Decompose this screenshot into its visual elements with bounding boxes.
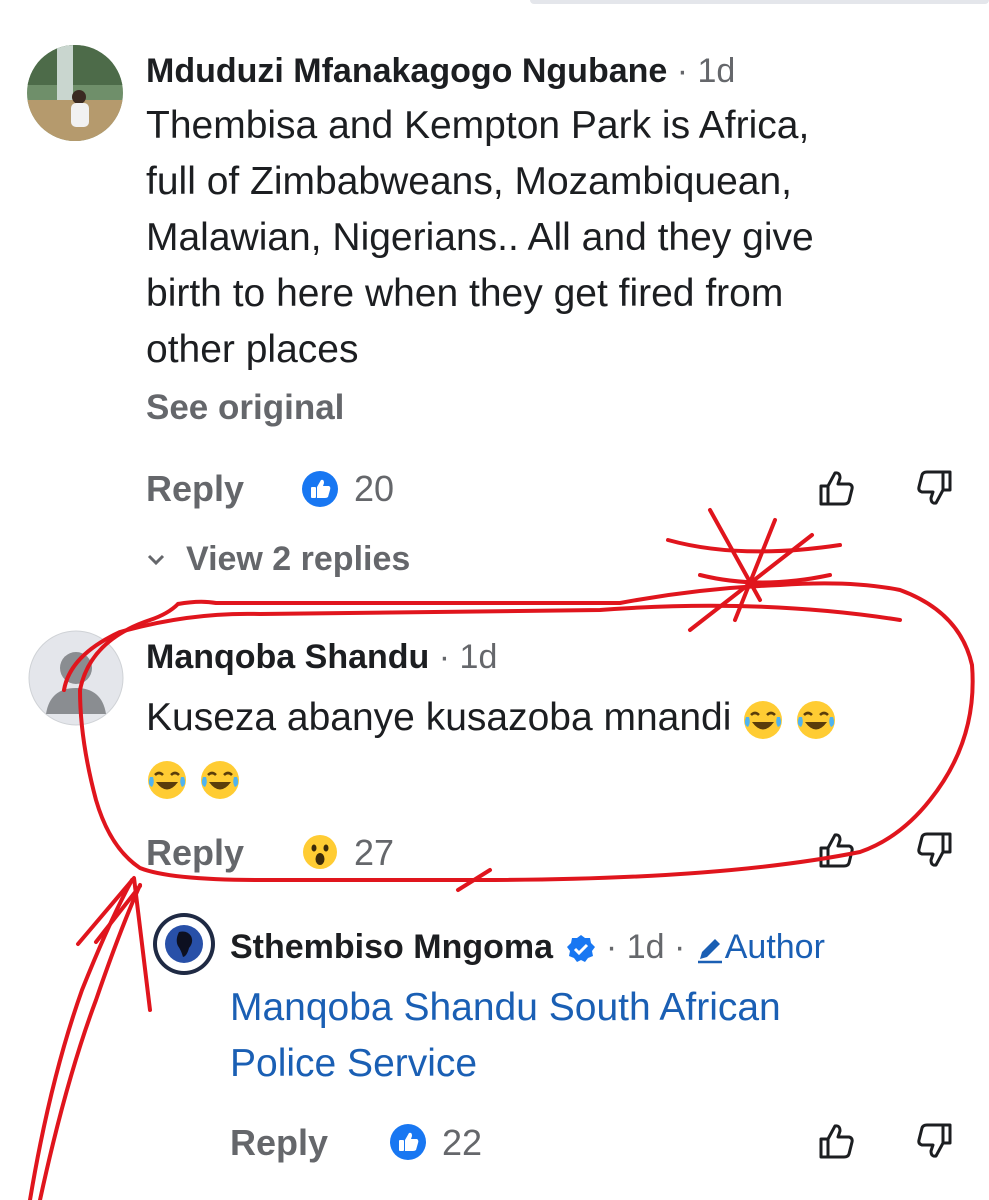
comment-line: other places [146, 328, 359, 371]
timestamp: · 1d [429, 638, 498, 676]
previous-comment-edge [530, 0, 989, 4]
comment-line: Kuseza abanye kusazoba mnandi [146, 690, 946, 746]
comment-line [146, 750, 946, 806]
comment-line: full of Zimbabweans, Mozambiquean, [146, 160, 792, 203]
annotation-star-stroke [688, 533, 814, 632]
annotation-star-stroke [708, 508, 762, 602]
comment-line: Malawian, Nigerians.. All and they give [146, 216, 814, 259]
reaction-count[interactable]: 22 [442, 1122, 482, 1164]
annotation-arrow-head [76, 876, 152, 1012]
wow-icon [302, 834, 338, 870]
comment-header: Manqoba Shandu · 1d [146, 638, 497, 677]
annotation-star-stroke [698, 573, 832, 585]
annotation-star-stroke [733, 518, 777, 622]
mention-link[interactable]: Manqoba Shandu South African [230, 980, 970, 1036]
comment-body: Thembisa and Kempton Park is Africa, ful… [146, 98, 966, 378]
page-logo-avatar[interactable] [152, 912, 216, 976]
thumbs-down-icon[interactable] [913, 829, 955, 871]
see-original-link[interactable]: See original [146, 388, 344, 428]
comment-text: Kuseza abanye kusazoba mnandi [146, 696, 732, 739]
face-with-tears-of-joy-icon [199, 759, 241, 801]
reply-button[interactable]: Reply [146, 468, 244, 510]
annotation-arrow-head [94, 884, 142, 944]
chevron-down-icon [146, 552, 166, 568]
annotation-line-stroke [456, 868, 492, 892]
reaction-count[interactable]: 20 [354, 468, 394, 510]
author-name[interactable]: Manqoba Shandu [146, 638, 429, 676]
comment-header: Sthembiso Mngoma · 1d · Author [230, 928, 825, 967]
reaction-count[interactable]: 27 [354, 832, 394, 874]
view-replies-button[interactable]: View 2 replies [186, 540, 410, 579]
timestamp: · 1d · [596, 928, 695, 966]
thumbs-down-icon[interactable] [913, 1120, 955, 1162]
comment-line: birth to here when they get fired from [146, 272, 784, 315]
annotation-star-stroke [666, 538, 842, 554]
like-icon [302, 471, 338, 507]
face-with-tears-of-joy-icon [146, 759, 188, 801]
thumbs-up-icon[interactable] [816, 467, 858, 509]
author-name[interactable]: Sthembiso Mngoma [230, 928, 553, 966]
author-name[interactable]: Mduduzi Mfanakagogo Ngubane [146, 52, 667, 90]
annotation-arrow-shaft [38, 883, 142, 1200]
comment-header: Mduduzi Mfanakagogo Ngubane · 1d [146, 52, 735, 91]
comment-body: Kuseza abanye kusazoba mnandi [146, 690, 946, 806]
thumbs-up-icon[interactable] [816, 1120, 858, 1162]
thumbs-down-icon[interactable] [913, 467, 955, 509]
comment-line: Police Service [230, 1042, 478, 1085]
annotation-arrow-shaft [28, 878, 134, 1200]
author-badge: Author [724, 928, 825, 966]
verified-badge-icon [566, 934, 596, 964]
avatar[interactable] [28, 630, 124, 726]
reply-button[interactable]: Reply [146, 832, 244, 874]
comment-body: Manqoba Shandu South African Police Serv… [230, 980, 970, 1092]
avatar[interactable] [27, 45, 123, 141]
face-with-tears-of-joy-icon [742, 699, 784, 741]
comment-line: Thembisa and Kempton Park is Africa, [146, 104, 810, 147]
thumbs-up-icon[interactable] [816, 829, 858, 871]
timestamp: · 1d [667, 52, 736, 90]
face-with-tears-of-joy-icon [795, 699, 837, 741]
like-icon [390, 1124, 426, 1160]
reply-button[interactable]: Reply [230, 1122, 328, 1164]
pencil-icon [695, 934, 725, 964]
